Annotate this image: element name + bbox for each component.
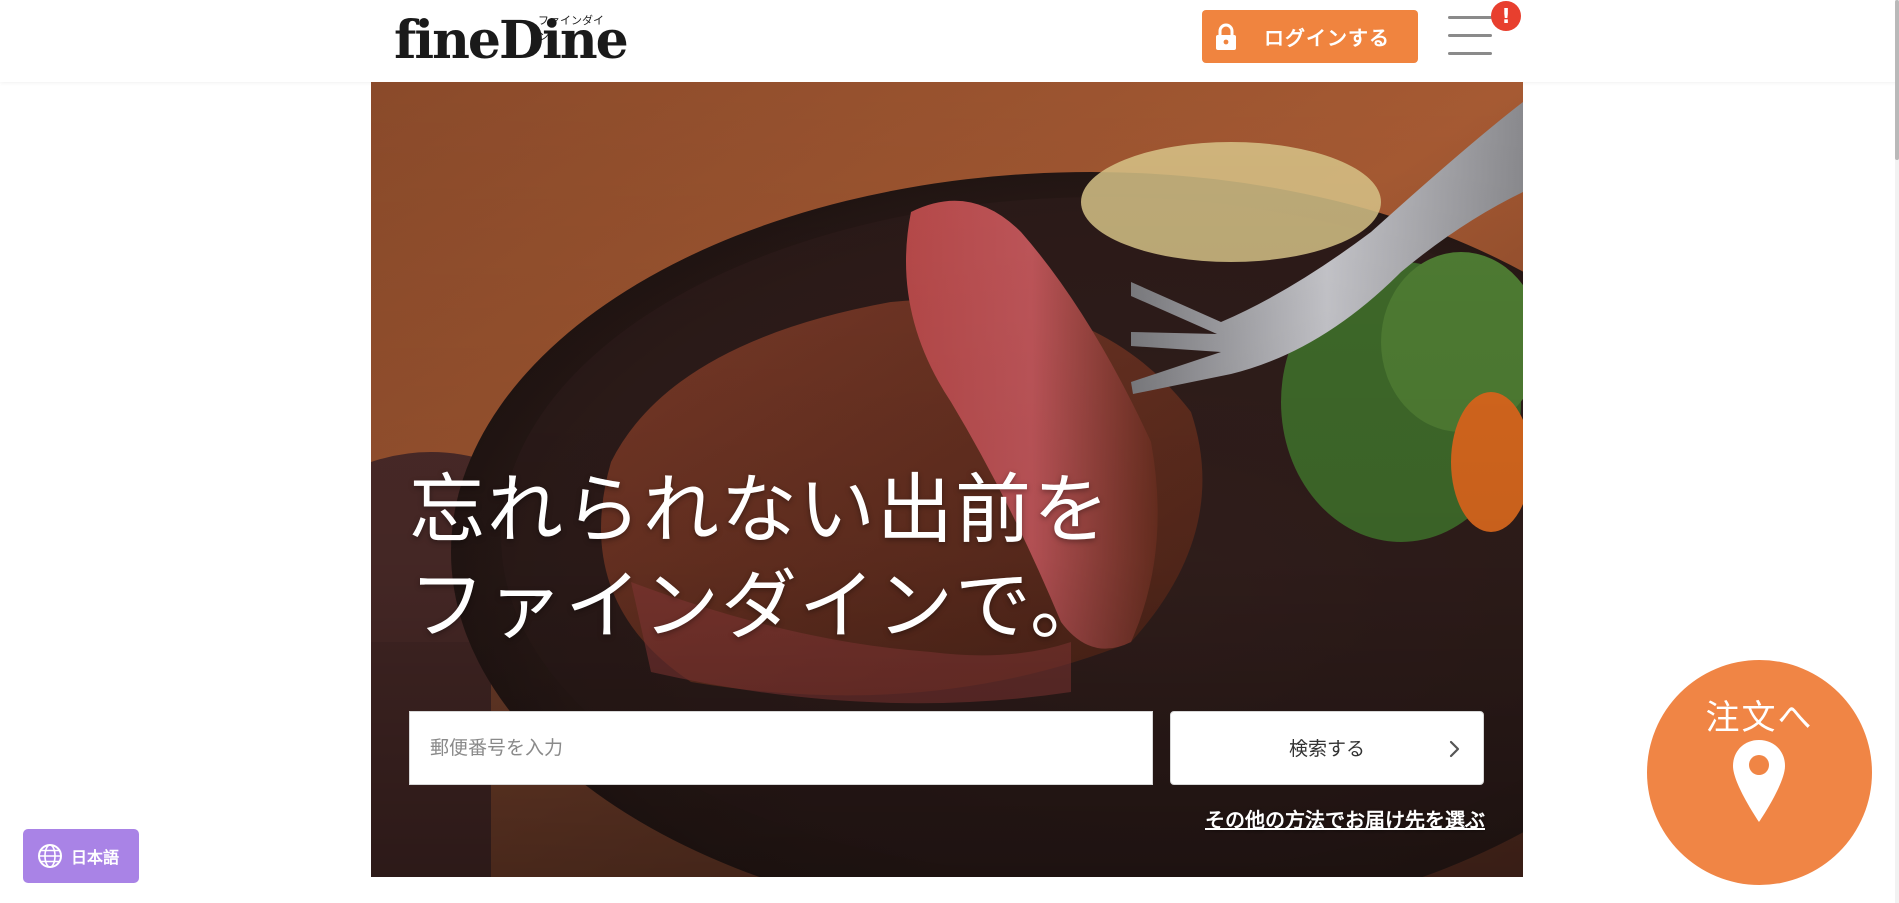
headline-line-1: 忘れられない出前を [409, 465, 1111, 554]
chevron-right-icon [1449, 740, 1461, 758]
order-fab-label: 注文へ [1705, 698, 1814, 738]
site-header: fineDine ファインダイン ログインする ! [0, 0, 1899, 82]
page: fineDine ファインダイン ログインする ! 忘れられない出前を ファイン… [0, 0, 1899, 903]
globe-icon [37, 843, 63, 869]
hero-banner: 忘れられない出前を ファインダインで。 検索する その他の方法でお届け先を選ぶ [371, 82, 1523, 877]
order-fab-button[interactable]: 注文へ [1647, 660, 1872, 885]
hamburger-menu-icon[interactable] [1446, 14, 1494, 58]
headline-line-2: ファインダインで。 [409, 561, 1108, 650]
language-label: 日本語 [71, 848, 120, 867]
map-pin-icon [1731, 738, 1787, 824]
login-label: ログインする [1264, 26, 1390, 50]
other-delivery-method-link[interactable]: その他の方法でお届け先を選ぶ [1191, 804, 1485, 833]
hero-headline: 忘れられない出前を ファインダインで。 [409, 462, 1111, 654]
finedine-logo[interactable]: fineDine ファインダイン [394, 10, 629, 71]
postal-code-input[interactable] [409, 711, 1153, 785]
language-button[interactable]: 日本語 [23, 829, 139, 883]
notification-badge: ! [1491, 1, 1521, 31]
search-button[interactable]: 検索する [1170, 711, 1484, 785]
scrollbar-thumb[interactable] [1895, 0, 1899, 160]
lock-icon [1214, 22, 1238, 52]
login-button[interactable]: ログインする [1202, 10, 1418, 63]
logo-kana: ファインダイン [538, 14, 604, 43]
search-label: 検索する [1288, 738, 1365, 760]
